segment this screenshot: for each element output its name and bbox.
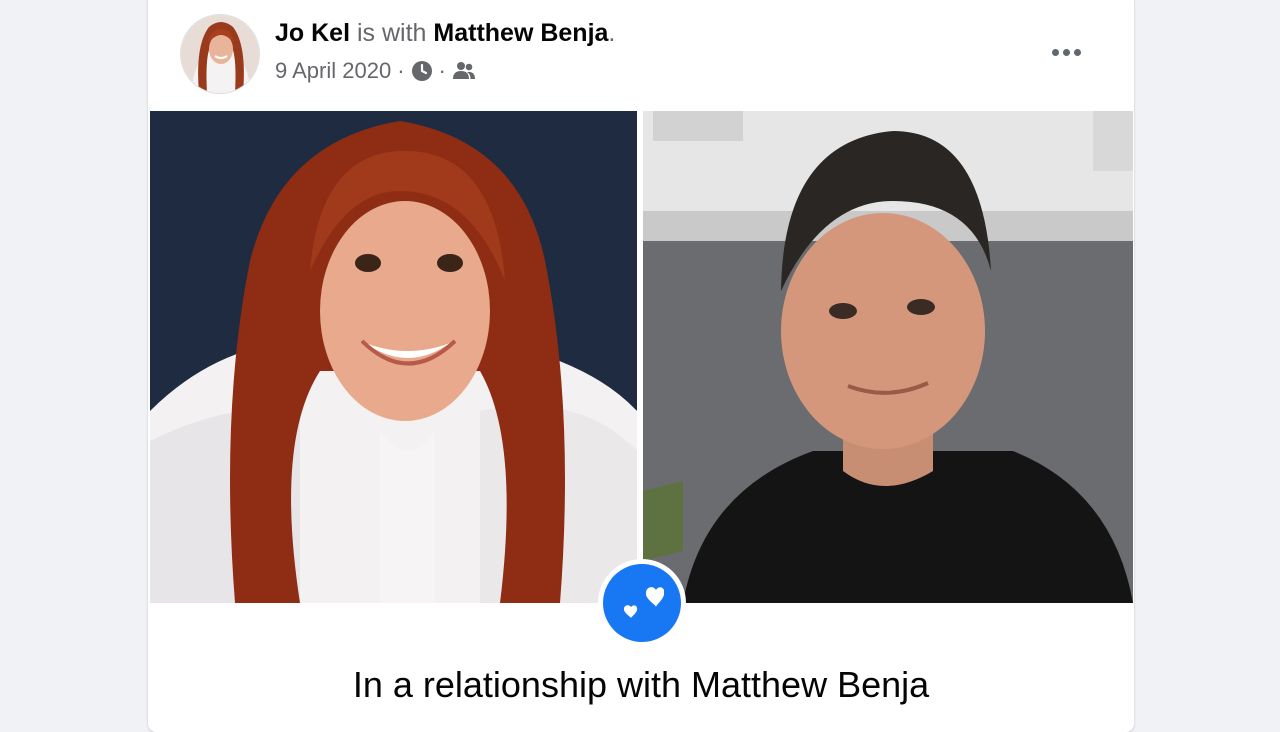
more-options-icon[interactable] [1038,32,1094,72]
clock-icon [411,60,433,82]
hearts-icon [603,564,681,642]
meta-separator-2: · [438,58,446,83]
post-date-link[interactable]: 9 April 2020 [275,58,391,84]
title-end: . [608,19,616,47]
meta-separator: · [397,58,405,83]
author-avatar[interactable] [180,14,260,94]
photo-right[interactable] [643,111,1133,603]
author-name-link[interactable]: Jo Kel [275,19,350,47]
post-title: Jo Kel is with Matthew Benja. [275,19,615,48]
friends-icon[interactable] [452,60,475,82]
post-meta: 9 April 2020 · · [275,58,475,84]
post-header: Jo Kel is with Matthew Benja. 9 April 20… [148,0,1134,110]
relationship-status-text: In a relationship with Matthew Benja [352,664,930,705]
post-card: Jo Kel is with Matthew Benja. 9 April 20… [148,0,1134,732]
photo-left[interactable] [150,111,637,603]
relationship-badge [598,559,686,647]
title-connector: is with [350,19,434,47]
tagged-name-link[interactable]: Matthew Benja [433,19,608,47]
